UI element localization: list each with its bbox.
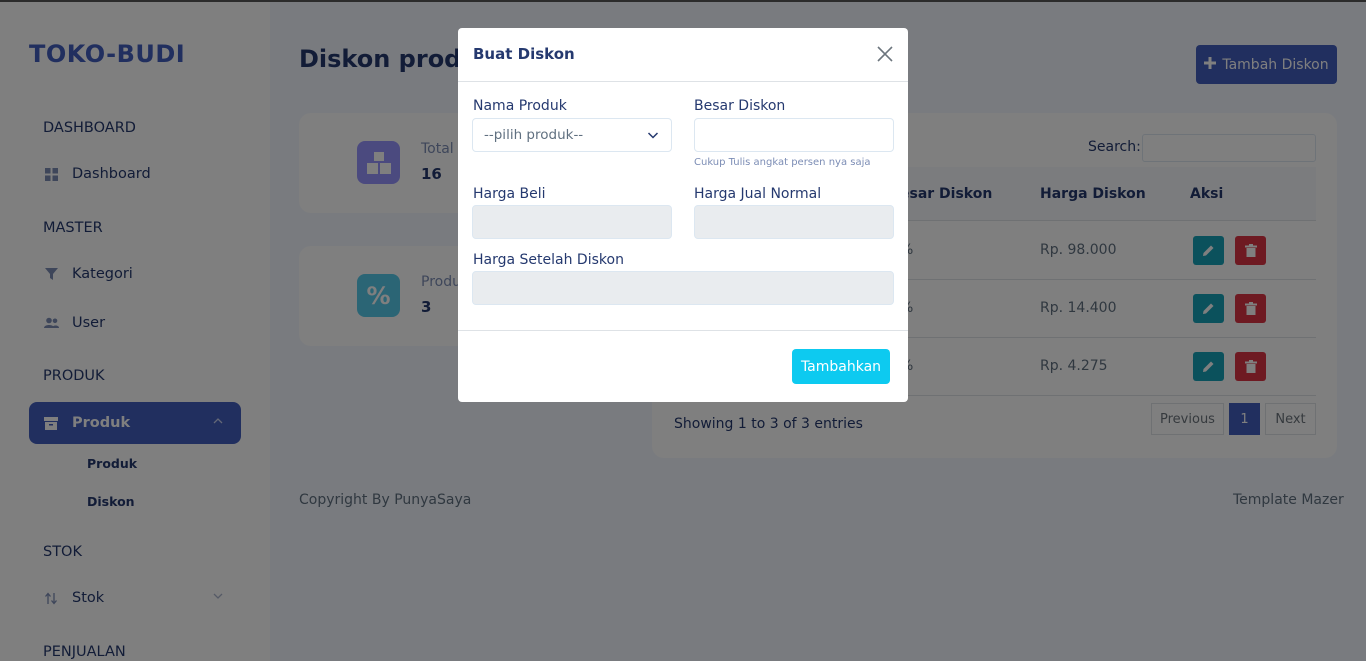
create-discount-modal: Buat Diskon Nama Produk --pilih produk--… <box>458 28 908 402</box>
label-besar-diskon: Besar Diskon <box>694 98 786 114</box>
chevron-down-icon <box>647 129 659 141</box>
modal-header: Buat Diskon <box>458 28 908 82</box>
discounted-price-field <box>472 271 894 305</box>
label-harga-setelah: Harga Setelah Diskon <box>473 252 624 268</box>
close-icon[interactable] <box>876 45 894 63</box>
submit-button[interactable]: Tambahkan <box>792 349 890 384</box>
window-top-border <box>0 0 1366 2</box>
discount-hint: Cukup Tulis angkat persen nya saja <box>694 157 871 168</box>
label-harga-jual: Harga Jual Normal <box>694 186 822 202</box>
product-select-value: --pilih produk-- <box>484 127 584 143</box>
buy-price-field <box>472 205 672 239</box>
label-harga-beli: Harga Beli <box>473 186 546 202</box>
discount-input[interactable] <box>694 118 894 152</box>
product-select[interactable]: --pilih produk-- <box>472 118 672 152</box>
modal-title: Buat Diskon <box>473 45 575 63</box>
modal-footer-divider <box>458 330 908 331</box>
sell-price-field <box>694 205 894 239</box>
label-nama-produk: Nama Produk <box>473 98 567 114</box>
